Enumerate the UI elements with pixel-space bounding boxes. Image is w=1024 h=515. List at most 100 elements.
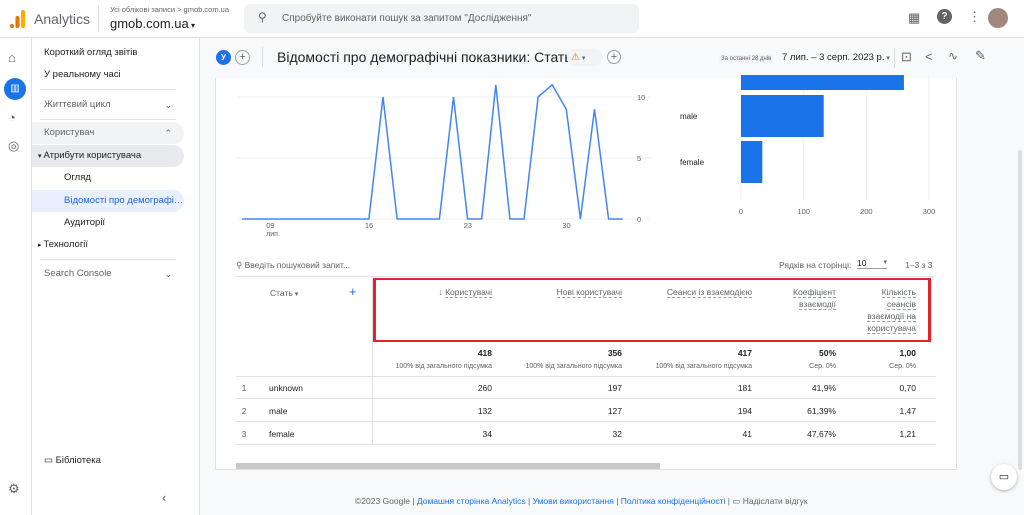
- advertising-icon[interactable]: ◎: [8, 138, 19, 154]
- divider: [236, 276, 936, 277]
- top-bar: Analytics Усі облікові записи > gmob.com…: [0, 0, 1024, 38]
- caret-down-icon: ▾: [884, 55, 890, 62]
- cell-value: 197: [607, 383, 622, 393]
- cell-value: 1,21: [899, 429, 916, 439]
- col-engaged-per-user[interactable]: Кількість сеансів взаємодії на користува…: [856, 286, 916, 334]
- divider: [894, 48, 895, 68]
- nav-item-library[interactable]: ▭ Бібліотека: [32, 450, 184, 472]
- search-icon: ⚲: [258, 10, 267, 24]
- nav-label: Search Console: [44, 268, 112, 279]
- nav-item-realtime[interactable]: У реальному часі: [32, 64, 184, 86]
- user-avatar[interactable]: [988, 8, 1008, 28]
- row-number: 1: [241, 383, 247, 393]
- vertical-scrollbar[interactable]: [1018, 150, 1022, 470]
- cell-value: 0,70: [899, 383, 916, 393]
- nav-item-user[interactable]: Користувач ⌃: [32, 122, 184, 144]
- apps-grid-icon[interactable]: ▦: [908, 10, 920, 26]
- feedback-fab-icon[interactable]: ▭: [991, 464, 1017, 490]
- add-filter-icon[interactable]: +: [607, 50, 621, 64]
- divider: [262, 47, 263, 67]
- table-search[interactable]: ⚲ Введіть пошуковий запит...: [236, 260, 350, 271]
- col-label: Нові користувачі: [556, 287, 622, 298]
- app-name: Analytics: [34, 11, 91, 27]
- share-icon[interactable]: <: [925, 49, 933, 64]
- dimension-label: Стать: [270, 288, 293, 298]
- pagination: 1–3 з 3: [905, 260, 933, 270]
- sidebar-nav: Короткий огляд звітів У реальному часі Ж…: [32, 38, 200, 515]
- rows-per-page-select[interactable]: 10 ▾: [857, 258, 887, 269]
- cell-value: 127: [607, 406, 622, 416]
- total-value: 417: [737, 348, 752, 358]
- nav-item-tech[interactable]: ▸ Технології: [32, 234, 184, 256]
- divider: [98, 6, 99, 32]
- insights-icon[interactable]: ∿: [948, 49, 958, 63]
- help-icon[interactable]: ?: [937, 9, 952, 24]
- total-value: 1,00: [899, 348, 916, 358]
- cell-value: 61,39%: [807, 406, 836, 416]
- col-users[interactable]: ↓ Користувачі: [380, 286, 492, 298]
- search-bar[interactable]: ⚲ Спробуйте виконати пошук за запитом "Д…: [244, 4, 639, 33]
- nav-item-user-attributes[interactable]: ▾ Атрибути користувача: [32, 145, 184, 167]
- search-input[interactable]: Спробуйте виконати пошук за запитом "Дос…: [282, 13, 531, 24]
- more-vert-icon[interactable]: ⋮: [968, 9, 981, 25]
- x-tick-label: 300: [923, 207, 936, 216]
- add-dimension-button[interactable]: +: [349, 284, 357, 299]
- add-comparison-icon[interactable]: +: [235, 50, 250, 65]
- caret-down-icon: ▾: [883, 259, 887, 266]
- cell-value: 194: [737, 406, 752, 416]
- footer-link-home[interactable]: Домашня сторінка Analytics: [417, 496, 526, 506]
- segment-badge[interactable]: У: [216, 50, 231, 65]
- footer-link-privacy[interactable]: Політика конфіденційності: [621, 496, 726, 506]
- dimension-selector[interactable]: Стать ▾: [270, 288, 298, 298]
- search-icon: ⚲: [236, 260, 245, 270]
- nav-item-demographics[interactable]: Відомості про демографічні показники: [32, 190, 184, 212]
- settings-gear-icon[interactable]: ⚙: [8, 481, 20, 497]
- y-tick-label: 0: [637, 215, 641, 224]
- nav-item-audiences[interactable]: Аудиторії: [32, 212, 184, 234]
- row-dimension: male: [269, 406, 288, 416]
- total-subtext: Сер. 0%: [889, 363, 916, 370]
- row-number: 3: [241, 429, 247, 439]
- nav-item-lifecycle[interactable]: Життєвий цикл ⌄: [32, 94, 184, 116]
- x-tick-label: 09: [266, 221, 274, 230]
- col-engaged-sessions[interactable]: Сеанси із взаємодією: [630, 286, 752, 298]
- col-label: Сеанси із взаємодією: [666, 287, 752, 298]
- footer: ©2023 Google | Домашня сторінка Analytic…: [355, 496, 808, 506]
- nav-item-search-console[interactable]: Search Console ⌄: [32, 263, 184, 285]
- x-tick-label: 100: [797, 207, 810, 216]
- edit-pencil-icon[interactable]: ✎: [975, 48, 986, 64]
- x-tick-label: 30: [562, 221, 570, 230]
- collapse-chevron-icon[interactable]: ‹: [162, 490, 166, 505]
- analytics-logo-icon: [10, 10, 25, 28]
- row-number: 2: [241, 406, 247, 416]
- icon-rail: ⌂ ▥ ◔ ◎ ⚙: [0, 38, 32, 515]
- footer-link-terms[interactable]: Умови використання: [533, 496, 614, 506]
- col-engagement-rate[interactable]: Коефіцієнт взаємодії: [780, 286, 836, 310]
- footer-feedback-link[interactable]: Надіслати відгук: [743, 496, 808, 506]
- col-new-users[interactable]: Нові користувачі: [500, 286, 622, 298]
- y-tick-label: 5: [637, 154, 641, 163]
- nav-item-overview[interactable]: Огляд: [32, 167, 184, 189]
- cell-value: 47,67%: [807, 429, 836, 439]
- table-search-input[interactable]: Введіть пошуковий запит...: [245, 260, 351, 270]
- line-series: [242, 83, 623, 220]
- copyright: ©2023 Google |: [355, 496, 415, 506]
- reports-icon[interactable]: ▥: [4, 78, 26, 100]
- cell-value: 32: [612, 429, 622, 439]
- nav-label: Атрибути користувача: [43, 150, 142, 161]
- x-tick-sublabel: лип.: [266, 231, 280, 238]
- nav-item-reports-snapshot[interactable]: Короткий огляд звітів: [32, 42, 184, 64]
- home-icon[interactable]: ⌂: [8, 50, 16, 65]
- row-dimension: female: [269, 429, 295, 439]
- property-selector[interactable]: gmob.com.ua ▾: [110, 16, 195, 31]
- nav-label: Життєвий цикл: [44, 99, 111, 110]
- explore-icon[interactable]: ◔: [8, 110, 16, 125]
- date-range-picker[interactable]: 7 лип. – 3 серп. 2023 р. ▾: [782, 52, 890, 63]
- horizontal-scrollbar[interactable]: [236, 463, 660, 469]
- warning-icon: ⚠: [571, 52, 580, 63]
- customize-report-icon[interactable]: ⊡: [901, 49, 912, 65]
- warning-dropdown[interactable]: ⚠ ▾: [567, 49, 603, 66]
- breadcrumb[interactable]: Усі облікові записи > gmob.com.ua: [110, 5, 229, 14]
- nav-label: Технології: [43, 239, 89, 250]
- x-tick-label: 16: [365, 221, 373, 230]
